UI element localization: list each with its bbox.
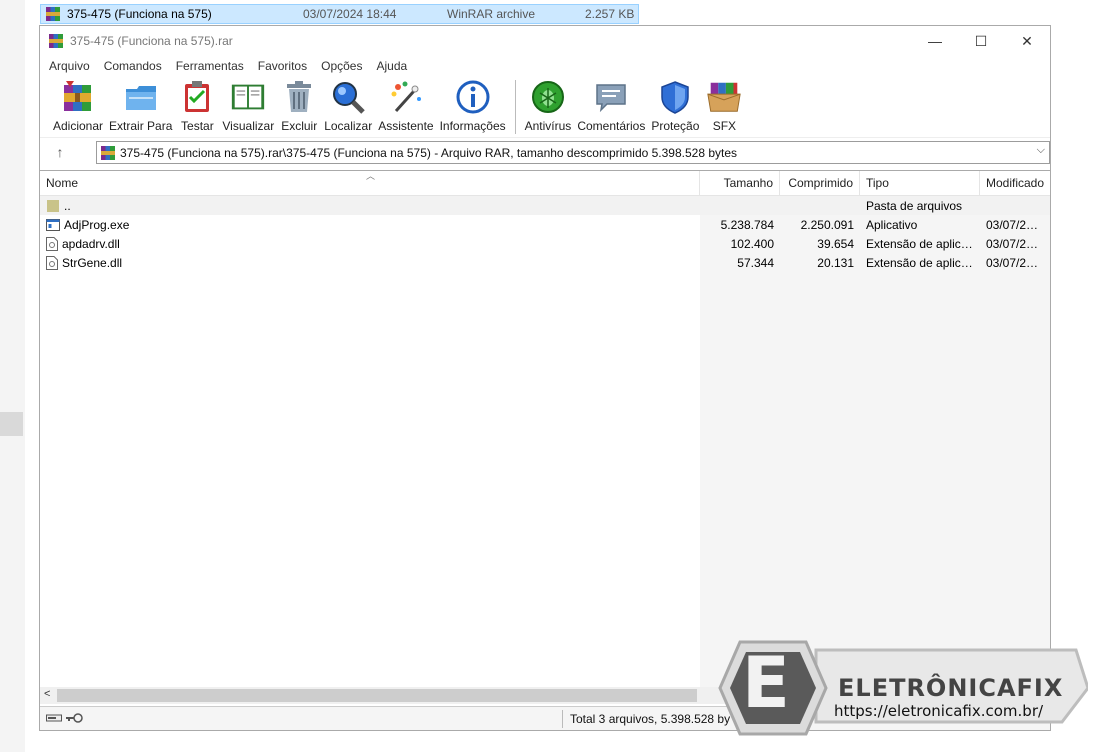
find-button[interactable]: Localizar (321, 78, 375, 133)
test-button[interactable]: Testar (175, 78, 219, 133)
view-button[interactable]: Visualizar (219, 78, 277, 133)
extract-button[interactable]: Extrair Para (106, 78, 175, 133)
explorer-file-size: 2.257 KB (585, 7, 635, 21)
menu-ajuda[interactable]: Ajuda (369, 59, 414, 73)
key-icon[interactable] (65, 712, 83, 724)
logo-brand: ELETRÔNICAFIX (838, 674, 1064, 702)
file-list: ︿ Nome Tamanho Comprimido Tipo Modificad… (40, 170, 1050, 691)
sfx-box-icon (707, 82, 742, 112)
list-row-parent[interactable]: .. Pasta de arquivos (40, 196, 1050, 215)
sfx-button[interactable]: SFX (702, 78, 746, 133)
menu-favoritos[interactable]: Favoritos (251, 59, 314, 73)
explorer-file-name: 375-475 (Funciona na 575) (67, 7, 212, 21)
close-button[interactable]: ✕ (1004, 26, 1050, 56)
maximize-button[interactable]: ☐ (958, 26, 1004, 56)
test-clipboard-icon (185, 81, 210, 112)
menu-bar: Arquivo Comandos Ferramentas Favoritos O… (40, 56, 1050, 76)
comments-button[interactable]: Comentários (574, 78, 648, 133)
menu-comandos[interactable]: Comandos (97, 59, 169, 73)
magnifier-icon (333, 82, 365, 114)
explorer-file-date: 03/07/2024 18:44 (303, 7, 397, 21)
explorer-file-type: WinRAR archive (447, 7, 536, 21)
menu-arquivo[interactable]: Arquivo (42, 59, 97, 73)
add-button[interactable]: Adicionar (50, 78, 106, 133)
list-header: ︿ Nome Tamanho Comprimido Tipo Modificad… (40, 171, 1050, 196)
list-row[interactable]: AdjProg.exe 5.238.784 2.250.091 Aplicati… (40, 215, 1050, 234)
chevron-down-icon[interactable]: ⌵ (1037, 144, 1045, 157)
rar-archive-icon (101, 145, 115, 160)
folder-icon (47, 199, 59, 212)
column-compressed[interactable]: Comprimido (780, 171, 860, 195)
delete-button[interactable]: Excluir (277, 78, 321, 133)
window-title: 375-475 (Funciona na 575).rar (70, 34, 233, 48)
view-book-icon (232, 84, 265, 110)
info-icon (456, 80, 490, 114)
add-archive-icon (64, 81, 92, 111)
winrar-window: 375-475 (Funciona na 575).rar — ☐ ✕ Arqu… (39, 25, 1051, 731)
wizard-button[interactable]: Assistente (375, 78, 436, 133)
menu-opcoes[interactable]: Opções (314, 59, 369, 73)
exe-icon (46, 218, 60, 231)
menu-ferramentas[interactable]: Ferramentas (169, 59, 251, 73)
scroll-left-icon[interactable]: < (44, 688, 50, 700)
up-folder-button[interactable]: ↑ (40, 144, 80, 160)
address-bar[interactable]: 375-475 (Funciona na 575).rar\375-475 (F… (96, 141, 1050, 164)
desktop-left-strip (0, 0, 25, 752)
rar-archive-icon (49, 34, 63, 48)
antivirus-bug-icon (531, 81, 564, 113)
dll-icon (46, 236, 58, 251)
logo-letter: E (742, 642, 790, 724)
antivirus-button[interactable]: Antivírus (522, 78, 575, 133)
column-size[interactable]: Tamanho (700, 171, 780, 195)
rar-archive-icon (46, 7, 60, 21)
comment-icon (596, 84, 627, 113)
extract-folder-icon (125, 86, 156, 110)
address-text: 375-475 (Funciona na 575).rar\375-475 (F… (120, 145, 738, 160)
list-row[interactable]: StrGene.dll 57.344 20.131 Extensão de ap… (40, 253, 1050, 272)
info-button[interactable]: Informações (437, 78, 509, 133)
logo-url: https://eletronicafix.com.br/ (834, 702, 1044, 720)
column-modified[interactable]: Modificado (980, 171, 1050, 195)
dll-icon (46, 255, 58, 270)
shield-icon (661, 81, 690, 114)
sort-arrow-icon: ︿ (366, 171, 376, 181)
address-row: ↑ 375-475 (Funciona na 575).rar\375-475 … (40, 138, 1050, 166)
status-divider (562, 710, 563, 728)
column-type[interactable]: Tipo (860, 171, 980, 195)
protection-button[interactable]: Proteção (648, 78, 702, 133)
explorer-selected-row[interactable]: 375-475 (Funciona na 575) 03/07/2024 18:… (40, 4, 639, 24)
minimize-button[interactable]: — (912, 26, 958, 56)
list-row[interactable]: apdadrv.dll 102.400 39.654 Extensão de a… (40, 234, 1050, 253)
trash-icon (287, 81, 312, 112)
title-bar[interactable]: 375-475 (Funciona na 575).rar — ☐ ✕ (40, 26, 1050, 56)
drive-icon[interactable] (46, 712, 62, 724)
scroll-thumb[interactable] (57, 689, 697, 702)
toolbar: Adicionar Extrair Para Testar Visualizar (40, 76, 1050, 138)
desktop-left-mark (0, 412, 23, 436)
toolbar-separator (514, 80, 516, 134)
wizard-wand-icon (391, 81, 421, 113)
